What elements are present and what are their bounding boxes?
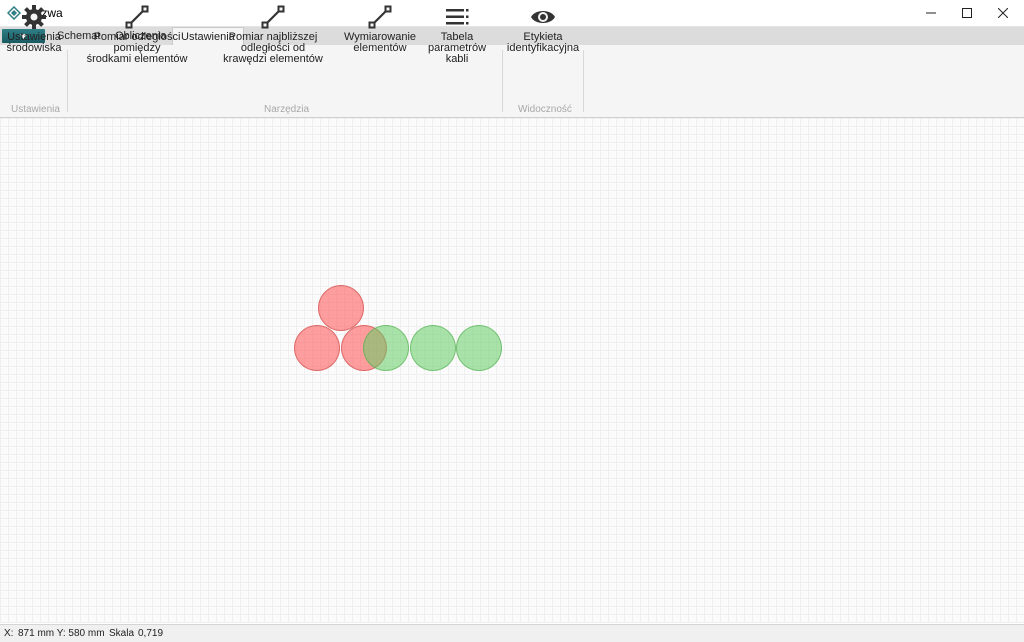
group-separator [583, 50, 584, 112]
measure-centers-button[interactable]: Pomiar odległości pomiędzy środkami elem… [74, 4, 200, 65]
eye-icon [531, 11, 555, 23]
button-label-line2: krawędzi elementów [223, 53, 323, 65]
cable-element[interactable] [294, 325, 340, 371]
group-label-widocznosc: Widoczność [518, 104, 572, 115]
button-label-line2: elementów [353, 42, 407, 54]
maximize-icon [962, 8, 972, 18]
environment-settings-button[interactable]: Ustawienia środowiska [6, 4, 62, 54]
close-button[interactable] [986, 0, 1020, 26]
button-label-line2: identyfikacyjna [506, 42, 580, 54]
button-label-line2: parametrów kabli [427, 42, 487, 65]
cable-element[interactable] [456, 325, 502, 371]
list-icon [446, 9, 469, 25]
button-label-line1: Pomiar najbliższej odległości od [228, 31, 318, 54]
cable-parameters-table-button[interactable]: Tabela parametrów kabli [416, 4, 498, 65]
minimize-icon [926, 12, 936, 14]
dimensioning-button[interactable]: Wymiarowanie elementów [344, 4, 416, 54]
maximize-button[interactable] [950, 0, 984, 26]
scale-label: Skala [109, 628, 135, 639]
coords-label: X: [4, 628, 14, 639]
button-label-line2: środowiska [6, 42, 62, 54]
dimension-icon [368, 5, 392, 29]
measure-edges-button[interactable]: Pomiar najbliższej odległości od krawędz… [203, 4, 343, 65]
measure-icon [125, 5, 149, 29]
group-label-narzedzia: Narzędzia [264, 104, 310, 115]
button-label-line2: środkami elementów [86, 53, 188, 65]
cable-element[interactable] [363, 325, 409, 371]
scale-value: 0,719 [138, 628, 164, 639]
identification-label-button[interactable]: Etykieta identyfikacyjna [506, 4, 580, 54]
minimize-button[interactable] [914, 0, 948, 26]
cable-element[interactable] [410, 325, 456, 371]
coords-value: 871 mm Y: 580 mm [18, 628, 105, 639]
group-separator [502, 50, 503, 112]
close-icon [998, 8, 1008, 18]
measure-icon [261, 5, 285, 29]
drawing-canvas[interactable] [0, 118, 1024, 623]
group-label-ustawienia: Ustawienia [11, 104, 60, 115]
button-label-line1: Pomiar odległości pomiędzy [93, 31, 181, 54]
cable-element[interactable] [318, 285, 364, 331]
gear-icon [22, 5, 46, 29]
status-bar: X: 871 mm Y: 580 mm Skala 0,719 [0, 624, 1024, 642]
group-separator [67, 50, 68, 112]
